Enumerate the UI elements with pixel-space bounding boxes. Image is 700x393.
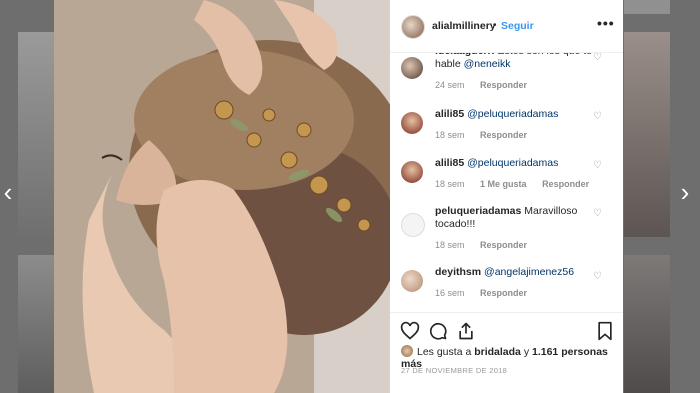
comment-username[interactable]: peluqueriadamas xyxy=(435,205,521,217)
chevron-left-icon[interactable]: ‹ xyxy=(0,178,22,206)
post-date[interactable]: 27 DE NOVIEMBRE DE 2018 xyxy=(401,366,507,375)
background-post-thumbnail xyxy=(18,32,54,237)
background-post-thumbnail xyxy=(624,255,670,393)
post-photo xyxy=(54,0,390,393)
comment-item: peluqueriadamas Maravilloso tocado!!! 18… xyxy=(390,203,623,255)
follow-button[interactable]: Seguir xyxy=(501,20,534,32)
reply-button[interactable]: Responder xyxy=(480,288,527,298)
comment-item: alili85 @peluqueriadamas 18 sem 1 Me gus… xyxy=(390,155,623,195)
post-actions-bar xyxy=(390,312,623,343)
post-author-username[interactable]: alialmillinery xyxy=(432,20,496,32)
comment-time[interactable]: 18 sem xyxy=(435,240,465,250)
comment-mention[interactable]: @peluqueriadamas xyxy=(467,108,558,120)
avatar[interactable] xyxy=(401,161,423,183)
comment-mention[interactable]: @angelajimenez56 xyxy=(484,266,574,278)
comment-item: luciaaguerri Estos son los que te hable … xyxy=(390,53,623,95)
comment-time[interactable]: 24 sem xyxy=(435,80,465,90)
comment-meta: 18 sem Responder xyxy=(435,240,540,250)
comment-time[interactable]: 16 sem xyxy=(435,288,465,298)
comment-likes-count[interactable]: 1 Me gusta xyxy=(480,179,527,189)
comment-meta: 18 sem Responder xyxy=(435,130,540,140)
reply-button[interactable]: Responder xyxy=(480,80,527,90)
heart-icon[interactable]: ♡ xyxy=(593,53,603,63)
comment-time[interactable]: 18 sem xyxy=(435,179,465,189)
comment-username[interactable]: alili85 xyxy=(435,108,464,120)
avatar[interactable] xyxy=(401,345,413,357)
comment-mention[interactable]: @neneikk xyxy=(464,58,511,70)
avatar[interactable] xyxy=(401,15,425,39)
post-sidebar: alialmillinery • Seguir ••• luciaaguerri… xyxy=(390,0,623,393)
more-options-icon[interactable]: ••• xyxy=(597,15,615,31)
heart-icon[interactable] xyxy=(400,321,420,341)
heart-icon[interactable]: ♡ xyxy=(593,160,603,171)
comment-body: peluqueriadamas Maravilloso tocado!!! xyxy=(435,205,595,231)
comment-meta: 24 sem Responder xyxy=(435,80,540,90)
post-modal: alialmillinery • Seguir ••• luciaaguerri… xyxy=(54,0,623,393)
comment-body: alili85 @peluqueriadamas xyxy=(435,108,595,121)
avatar[interactable] xyxy=(401,112,423,134)
heart-icon[interactable]: ♡ xyxy=(593,271,603,282)
comment-username[interactable]: alili85 xyxy=(435,157,464,169)
comment-mention[interactable]: @peluqueriadamas xyxy=(467,157,558,169)
separator-dot: • xyxy=(493,20,497,31)
reply-button[interactable]: Responder xyxy=(480,130,527,140)
avatar[interactable] xyxy=(401,213,425,237)
comment-body: luciaaguerri Estos son los que te hable … xyxy=(435,53,595,71)
bookmark-icon[interactable] xyxy=(595,321,615,341)
comment-meta: 18 sem 1 Me gusta Responder xyxy=(435,179,602,189)
comment-meta: 16 sem Responder xyxy=(435,288,540,298)
comment-username[interactable]: deyithsm xyxy=(435,266,481,278)
background-post-thumbnail xyxy=(624,0,670,14)
comments-list: luciaaguerri Estos son los que te hable … xyxy=(390,53,623,311)
chevron-right-icon[interactable]: › xyxy=(671,178,699,206)
heart-icon[interactable]: ♡ xyxy=(593,111,603,122)
likes-connector: y xyxy=(523,346,530,358)
comment-body: deyithsm @angelajimenez56 xyxy=(435,266,595,279)
likes-prefix: Les gusta a xyxy=(417,346,472,358)
avatar[interactable] xyxy=(401,270,423,292)
avatar[interactable] xyxy=(401,57,423,79)
comment-item: alili85 @peluqueriadamas 18 sem Responde… xyxy=(390,106,623,146)
comment-body: alili85 @peluqueriadamas xyxy=(435,157,595,170)
reply-button[interactable]: Responder xyxy=(542,179,589,189)
photo-illustration xyxy=(54,0,390,393)
comment-username[interactable]: luciaaguerri xyxy=(435,53,495,57)
liked-by-username[interactable]: bridalada xyxy=(474,346,521,358)
share-icon[interactable] xyxy=(456,321,476,341)
background-post-thumbnail xyxy=(18,255,54,393)
comment-time[interactable]: 18 sem xyxy=(435,130,465,140)
comment-bubble-icon[interactable] xyxy=(428,321,448,341)
reply-button[interactable]: Responder xyxy=(480,240,527,250)
comment-item: deyithsm @angelajimenez56 16 sem Respond… xyxy=(390,264,623,304)
heart-icon[interactable]: ♡ xyxy=(593,208,603,219)
background-post-thumbnail xyxy=(624,32,670,237)
post-header: alialmillinery • Seguir ••• xyxy=(390,0,623,53)
